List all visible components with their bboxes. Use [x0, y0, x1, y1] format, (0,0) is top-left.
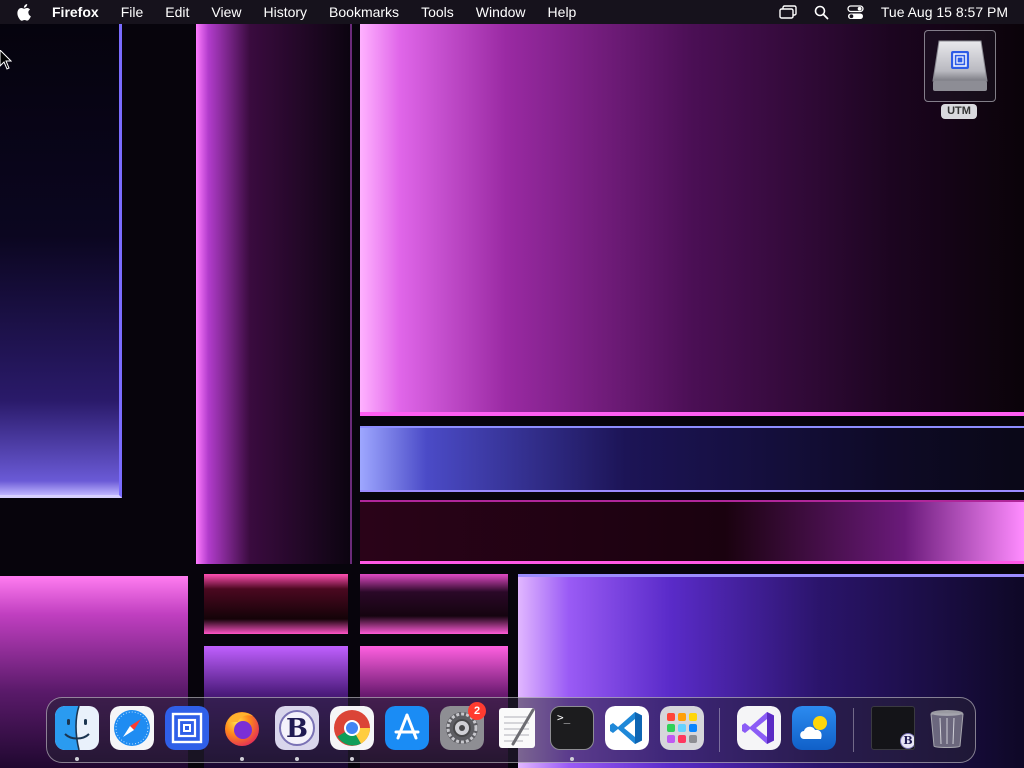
desktop-icon-selection	[924, 30, 996, 102]
weather-icon	[792, 706, 836, 750]
menu-view[interactable]: View	[211, 4, 241, 20]
bbedit-glyph: B	[286, 714, 308, 744]
dock-item-safari[interactable]	[110, 706, 154, 750]
menu-bar-clock[interactable]: Tue Aug 15 8:57 PM	[881, 4, 1008, 20]
dock: B 2 >_ B	[46, 697, 976, 763]
dock-item-bbedit[interactable]: B	[275, 706, 319, 761]
desktop-icon-label: UTM	[941, 104, 977, 119]
dock-item-minimized-window[interactable]: B	[871, 706, 915, 750]
dock-divider	[853, 708, 854, 752]
safari-icon	[110, 706, 154, 750]
finder-icon	[55, 706, 99, 750]
dock-item-chrome[interactable]	[330, 706, 374, 761]
dock-item-utm[interactable]	[165, 706, 209, 750]
dock-item-trash[interactable]	[925, 706, 969, 750]
chrome-icon	[330, 706, 374, 750]
dock-item-terminal[interactable]: >_	[550, 706, 594, 761]
control-center-icon[interactable]	[845, 2, 867, 22]
wallpaper-panel	[360, 426, 1024, 492]
wallpaper-panel	[360, 574, 508, 634]
dock-item-system-settings[interactable]: 2	[440, 702, 486, 750]
app-store-icon	[385, 706, 429, 750]
firefox-icon	[220, 706, 264, 750]
dock-item-firefox[interactable]	[220, 706, 264, 761]
utm-disk-icon	[932, 40, 988, 91]
mouse-cursor-icon	[0, 50, 12, 70]
menu-tools[interactable]: Tools	[421, 4, 454, 20]
menu-history[interactable]: History	[263, 4, 307, 20]
terminal-icon: >_	[550, 706, 594, 750]
screen-mirroring-icon[interactable]	[777, 2, 799, 22]
menu-bookmarks[interactable]: Bookmarks	[329, 4, 399, 20]
dock-item-finder[interactable]	[55, 706, 99, 761]
trash-icon	[925, 706, 969, 750]
menu-window[interactable]: Window	[476, 4, 526, 20]
bbedit-icon: B	[275, 706, 319, 750]
running-indicator	[570, 757, 574, 761]
dock-item-vscode[interactable]	[605, 706, 649, 750]
search-icon[interactable]	[811, 2, 833, 22]
running-indicator	[75, 757, 79, 761]
running-indicator	[350, 757, 354, 761]
dock-item-weather[interactable]	[792, 706, 836, 750]
dock-item-app-store[interactable]	[385, 706, 429, 750]
minimized-window-thumbnail: B	[871, 706, 915, 750]
notification-badge: 2	[468, 702, 486, 720]
terminal-prompt-glyph: >_	[557, 711, 571, 724]
app-menu[interactable]: Firefox	[52, 4, 99, 20]
dock-item-textedit[interactable]	[495, 706, 539, 750]
desktop-wallpaper	[0, 0, 1024, 768]
running-indicator	[295, 757, 299, 761]
bbedit-mini-icon: B	[900, 733, 914, 749]
visual-studio-icon	[737, 706, 781, 750]
apple-menu-icon[interactable]	[16, 2, 32, 22]
dock-divider	[719, 708, 720, 752]
wallpaper-panel	[360, 500, 1024, 564]
wallpaper-panel	[204, 574, 348, 634]
menu-bar: Firefox File Edit View History Bookmarks…	[0, 0, 1024, 24]
utm-icon	[165, 706, 209, 750]
running-indicator	[240, 757, 244, 761]
wallpaper-panel	[196, 24, 352, 564]
menu-help[interactable]: Help	[548, 4, 577, 20]
menu-file[interactable]: File	[121, 4, 144, 20]
textedit-icon	[495, 706, 539, 750]
launchpad-icon	[660, 706, 704, 750]
menu-edit[interactable]: Edit	[165, 4, 189, 20]
wallpaper-panel	[0, 24, 122, 498]
vscode-icon	[605, 706, 649, 750]
dock-item-launchpad[interactable]	[660, 706, 704, 750]
desktop-icon-utm[interactable]: UTM	[922, 30, 996, 126]
dock-item-visual-studio[interactable]	[737, 706, 781, 750]
